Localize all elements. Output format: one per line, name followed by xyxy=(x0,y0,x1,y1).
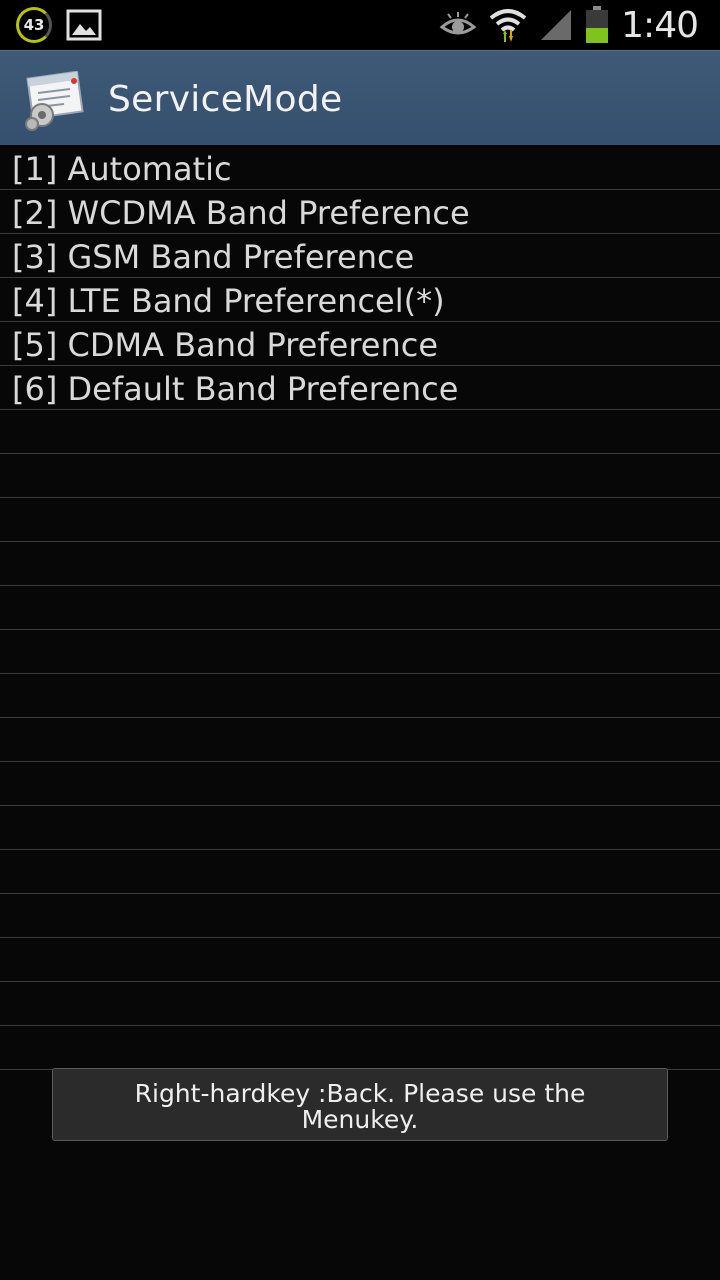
status-bar-left: 43 xyxy=(16,6,102,44)
list-item[interactable] xyxy=(0,894,720,938)
list-item[interactable] xyxy=(0,762,720,806)
service-mode-settings-icon[interactable] xyxy=(24,71,86,131)
status-bar: 43 1:40 xyxy=(0,0,720,50)
list-item[interactable] xyxy=(0,850,720,894)
menu-item-automatic[interactable]: [1] Automatic xyxy=(0,146,720,190)
smart-stay-eye-icon xyxy=(439,12,477,35)
wifi-icon xyxy=(489,9,527,42)
list-item[interactable] xyxy=(0,630,720,674)
gallery-image-icon xyxy=(66,9,102,41)
app-title: ServiceMode xyxy=(108,79,343,120)
action-bar: ServiceMode xyxy=(0,50,720,145)
toast-message: Right-hardkey :Back. Please use the Menu… xyxy=(52,1068,668,1141)
status-bar-right: 1:40 xyxy=(439,4,699,46)
menu-item-default-band[interactable]: [6] Default Band Preference xyxy=(0,366,720,410)
menu-item-wcdma-band[interactable]: [2] WCDMA Band Preference xyxy=(0,190,720,234)
list-item[interactable] xyxy=(0,1026,720,1070)
service-menu-list: [1] Automatic [2] WCDMA Band Preference … xyxy=(0,146,720,1070)
list-item[interactable] xyxy=(0,806,720,850)
menu-item-lte-band[interactable]: [4] LTE Band Preferencel(*) xyxy=(0,278,720,322)
list-item[interactable] xyxy=(0,542,720,586)
list-item[interactable] xyxy=(0,410,720,454)
cellular-signal-icon xyxy=(541,10,572,40)
list-item[interactable] xyxy=(0,718,720,762)
list-item[interactable] xyxy=(0,498,720,542)
list-item[interactable] xyxy=(0,586,720,630)
list-item[interactable] xyxy=(0,674,720,718)
notification-count: 43 xyxy=(23,16,45,34)
battery-icon xyxy=(586,6,609,43)
list-item[interactable] xyxy=(0,938,720,982)
notification-count-icon: 43 xyxy=(16,7,52,43)
menu-item-gsm-band[interactable]: [3] GSM Band Preference xyxy=(0,234,720,278)
menu-item-cdma-band[interactable]: [5] CDMA Band Preference xyxy=(0,322,720,366)
clock: 1:40 xyxy=(621,4,699,46)
toast-text: Right-hardkey :Back. Please use the Menu… xyxy=(134,1079,586,1134)
list-item[interactable] xyxy=(0,454,720,498)
list-item[interactable] xyxy=(0,982,720,1026)
